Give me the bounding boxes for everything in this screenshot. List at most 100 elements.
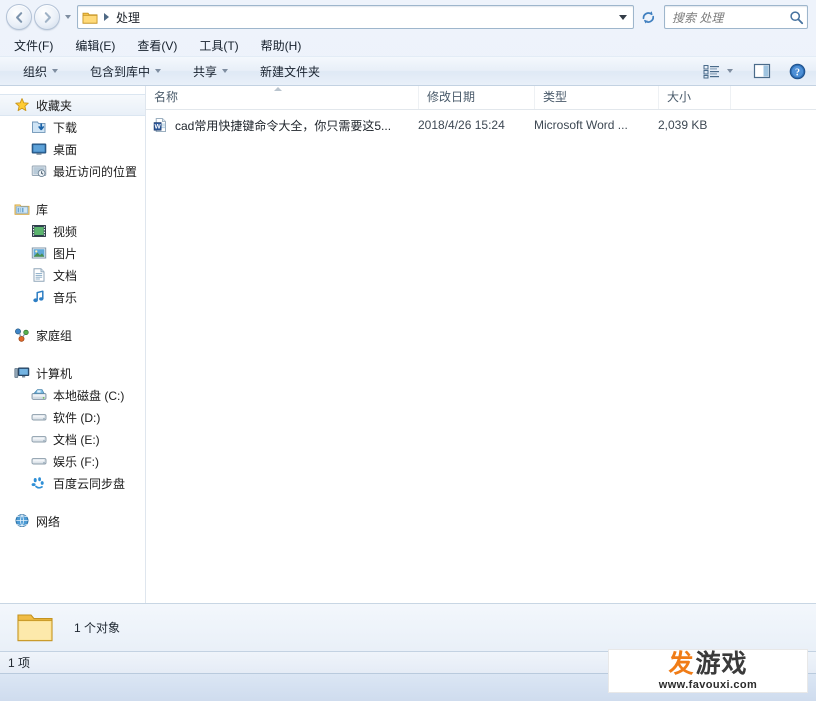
menu-edit[interactable]: 编辑(E): [72, 35, 124, 56]
folder-icon: [16, 609, 54, 646]
chevron-down-icon: [65, 15, 71, 19]
sidebar-item-label: 本地磁盘 (C:): [53, 388, 125, 403]
table-row[interactable]: W cad常用快捷键命令大全，你只需要这5... 2018/4/26 15:24…: [146, 115, 816, 135]
column-name[interactable]: 名称: [146, 86, 418, 109]
sidebar-item-baidu-sync[interactable]: 百度云同步盘: [0, 472, 145, 494]
sidebar-item-videos[interactable]: 视频: [0, 220, 145, 242]
navigation-pane[interactable]: 收藏夹 下载 桌面 最近访问的位置 库 视频 图片 文档 音乐 家庭组 计算机 …: [0, 86, 146, 603]
back-button[interactable]: [6, 4, 32, 30]
recent-places-icon: [31, 163, 47, 179]
forward-arrow-icon: [44, 11, 51, 23]
refresh-icon: [642, 10, 654, 23]
preview-pane-button[interactable]: [749, 59, 775, 83]
include-in-library-label: 包含到库中: [90, 64, 151, 79]
file-list[interactable]: W cad常用快捷键命令大全，你只需要这5... 2018/4/26 15:24…: [146, 110, 816, 603]
include-in-library-button[interactable]: 包含到库中: [81, 59, 170, 84]
nav-group-favorites: 收藏夹 下载 桌面 最近访问的位置: [0, 94, 145, 182]
sidebar-item-homegroup[interactable]: 家庭组: [0, 324, 145, 346]
sidebar-item-network[interactable]: 网络: [0, 510, 145, 532]
homegroup-icon: [14, 327, 30, 343]
column-headers: 名称 修改日期 类型 大小: [146, 86, 816, 110]
watermark-url: www.favouxi.com: [658, 678, 758, 691]
sidebar-item-computer[interactable]: 计算机: [0, 362, 145, 384]
view-options-button[interactable]: [699, 59, 737, 83]
chevron-down-icon: [155, 69, 162, 73]
details-object-count: 1 个对象: [74, 621, 121, 635]
videos-icon: [31, 223, 47, 239]
sidebar-item-label: 文档: [53, 268, 78, 283]
sidebar-item-label: 网络: [36, 514, 61, 529]
column-type[interactable]: 类型: [534, 86, 658, 109]
sidebar-item-drive-e[interactable]: 文档 (E:): [0, 428, 145, 450]
address-dropdown-button[interactable]: [614, 6, 631, 28]
breadcrumb-current[interactable]: 处理: [116, 9, 140, 26]
file-name-cell[interactable]: W cad常用快捷键命令大全，你只需要这5...: [146, 115, 418, 135]
sidebar-item-music[interactable]: 音乐: [0, 286, 145, 308]
menu-help[interactable]: 帮助(H): [258, 35, 311, 56]
sidebar-item-libraries[interactable]: 库: [0, 198, 145, 220]
watermark: 发 游戏 www.favouxi.com: [608, 649, 808, 693]
sidebar-item-label: 最近访问的位置: [53, 164, 138, 179]
svg-text:?: ?: [795, 67, 800, 78]
chevron-down-icon: [52, 69, 59, 73]
explorer-window: 处理 搜索 处理 文件(F) 编辑(E) 查看(V) 工具(T) 帮助(H) 组…: [0, 0, 816, 701]
breadcrumb: 处理: [82, 9, 614, 26]
column-name-label: 名称: [154, 90, 179, 104]
sidebar-item-local-disk-c[interactable]: 本地磁盘 (C:): [0, 384, 145, 406]
column-date-modified[interactable]: 修改日期: [418, 86, 534, 109]
menu-view[interactable]: 查看(V): [134, 35, 186, 56]
breadcrumb-separator-icon[interactable]: [104, 13, 109, 21]
search-input[interactable]: 搜索 处理: [672, 9, 789, 26]
sidebar-item-label: 桌面: [53, 142, 78, 157]
folder-icon: [82, 10, 98, 25]
sidebar-item-drive-d[interactable]: 软件 (D:): [0, 406, 145, 428]
share-button[interactable]: 共享: [184, 59, 237, 84]
nav-group-homegroup: 家庭组: [0, 324, 145, 346]
sidebar-item-downloads[interactable]: 下载: [0, 116, 145, 138]
help-button[interactable]: ?: [785, 59, 810, 83]
search-box[interactable]: 搜索 处理: [664, 5, 808, 29]
menu-tools[interactable]: 工具(T): [196, 35, 247, 56]
watermark-logo: 发 游戏: [668, 651, 747, 677]
sidebar-item-label: 百度云同步盘: [53, 476, 126, 491]
preview-pane-icon: [753, 63, 771, 79]
new-folder-button[interactable]: 新建文件夹: [251, 59, 329, 84]
recent-pages-dropdown[interactable]: [63, 6, 73, 28]
sidebar-item-drive-f[interactable]: 娱乐 (F:): [0, 450, 145, 472]
search-icon[interactable]: [789, 10, 804, 25]
sidebar-item-desktop[interactable]: 桌面: [0, 138, 145, 160]
sidebar-item-label: 音乐: [53, 290, 78, 305]
drive-icon: [31, 409, 47, 425]
status-item-count: 1 项: [8, 656, 31, 670]
menu-file[interactable]: 文件(F): [11, 35, 62, 56]
back-arrow-icon: [15, 11, 22, 23]
column-size[interactable]: 大小: [658, 86, 730, 109]
network-icon: [14, 513, 30, 529]
nav-group-network: 网络: [0, 510, 145, 532]
sidebar-item-label: 计算机: [36, 366, 73, 381]
sidebar-item-label: 下载: [53, 120, 78, 135]
sidebar-item-recent-places[interactable]: 最近访问的位置: [0, 160, 145, 182]
file-size-cell: 2,039 KB: [658, 118, 708, 132]
chevron-down-icon: [727, 69, 733, 73]
sidebar-item-label: 家庭组: [36, 328, 73, 343]
refresh-button[interactable]: [636, 5, 660, 29]
sidebar-item-label: 视频: [53, 224, 78, 239]
organize-button[interactable]: 组织: [14, 59, 67, 84]
column-extra[interactable]: [730, 86, 816, 109]
forward-button[interactable]: [34, 4, 60, 30]
svg-text:W: W: [154, 124, 161, 131]
file-type-cell: Microsoft Word ...: [534, 118, 628, 132]
menu-bar: 文件(F) 编辑(E) 查看(V) 工具(T) 帮助(H): [0, 34, 816, 56]
address-input[interactable]: 处理: [77, 5, 634, 29]
sidebar-item-favorites[interactable]: 收藏夹: [0, 94, 145, 116]
chevron-down-icon: [222, 69, 229, 73]
column-date-label: 修改日期: [427, 90, 476, 104]
sidebar-item-documents[interactable]: 文档: [0, 264, 145, 286]
command-toolbar: 组织 包含到库中 共享 新建文件夹 ?: [0, 56, 816, 86]
chevron-down-icon: [618, 14, 627, 20]
sidebar-item-pictures[interactable]: 图片: [0, 242, 145, 264]
